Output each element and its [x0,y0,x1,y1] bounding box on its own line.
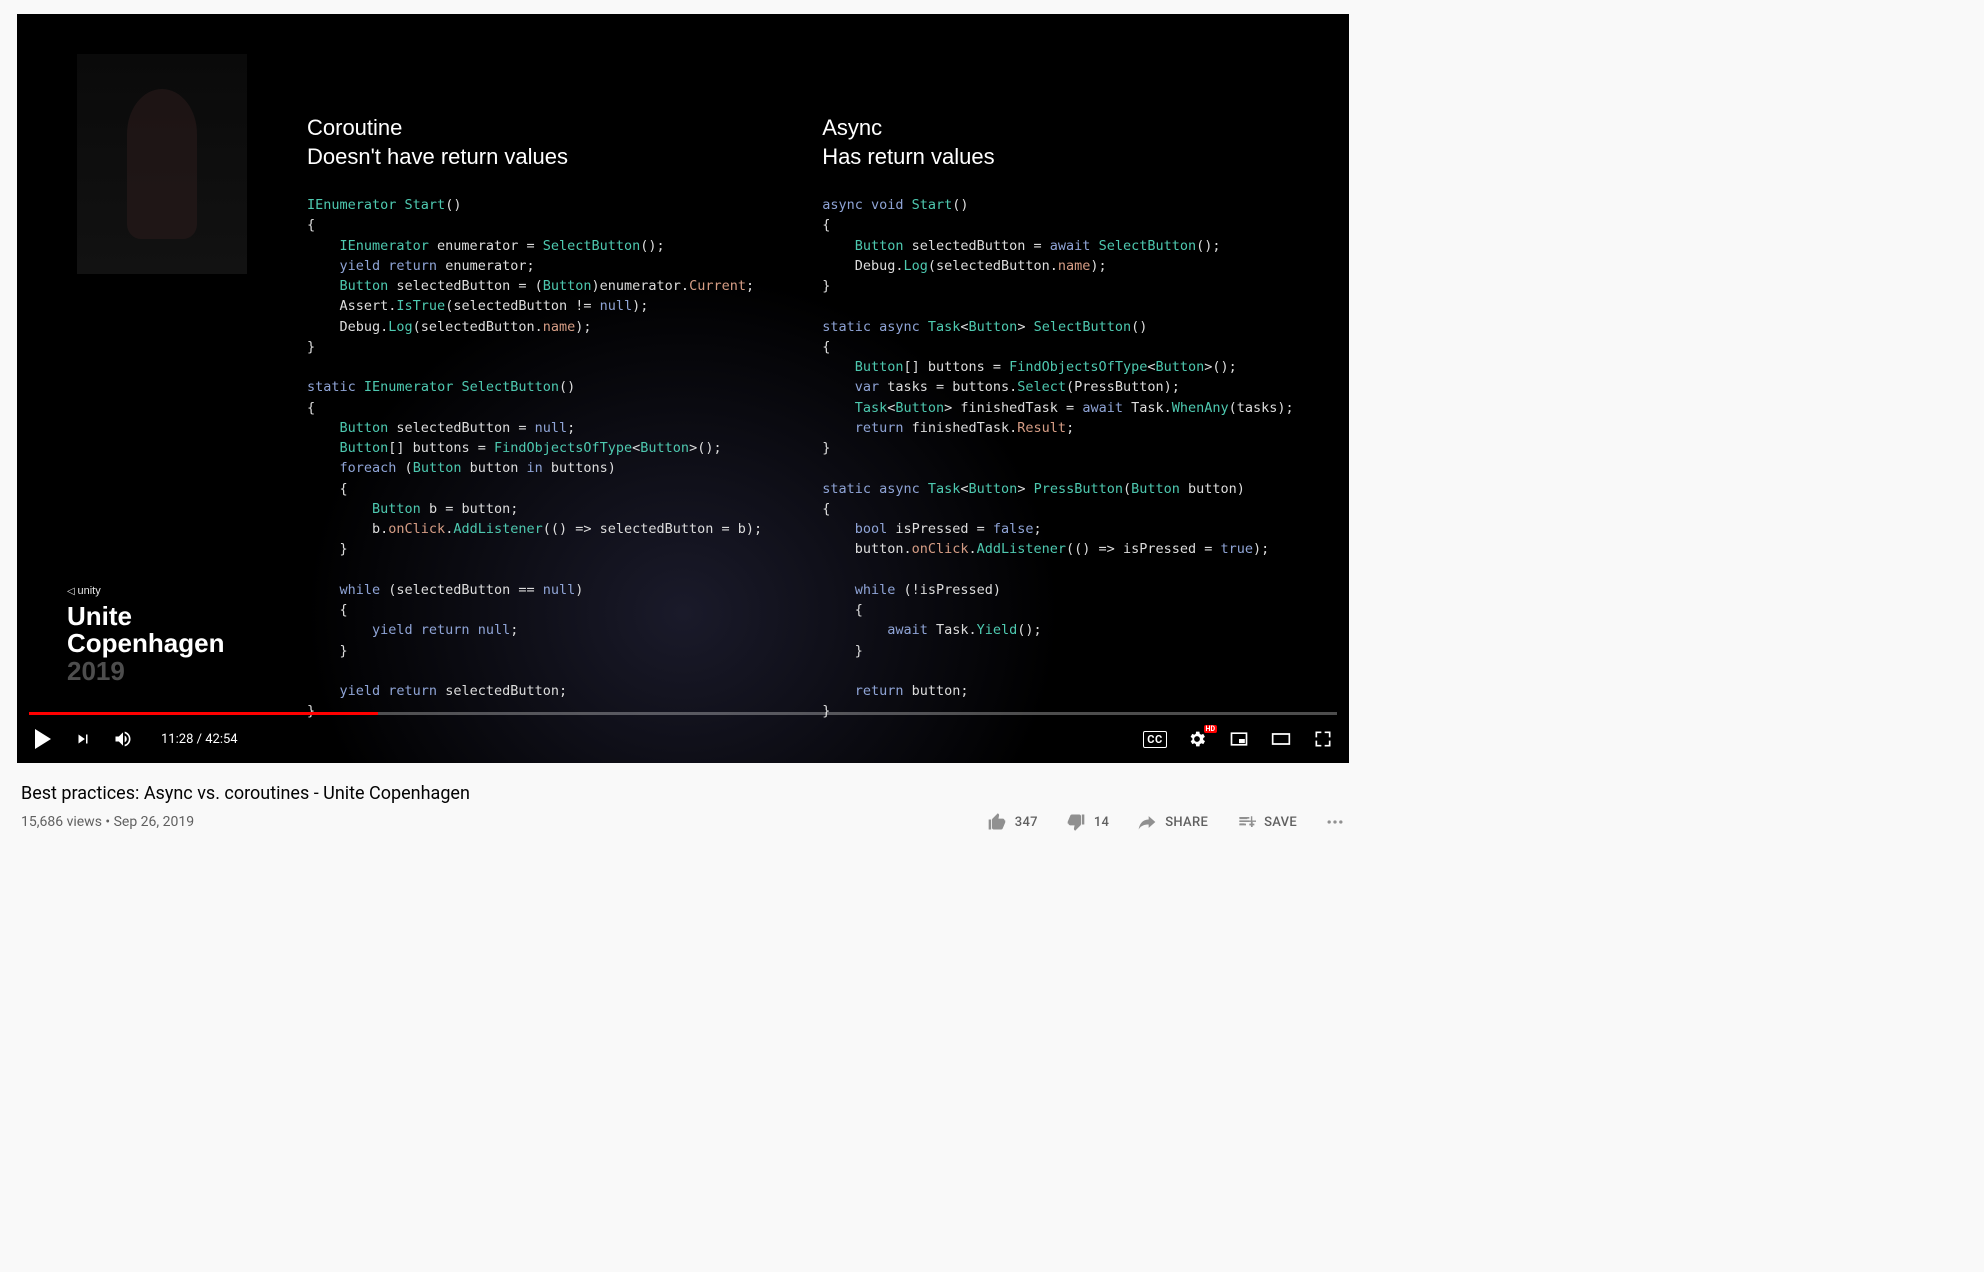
share-button[interactable]: SHARE [1137,812,1208,832]
dislike-count: 14 [1094,815,1109,830]
volume-button[interactable] [113,729,133,749]
fullscreen-icon [1313,729,1333,749]
upload-date: Sep 26, 2019 [114,814,195,830]
captions-button[interactable]: CC [1145,729,1165,749]
slide-column-coroutine: Coroutine Doesn't have return values IEn… [307,114,762,722]
time-current: 11:28 [161,732,193,747]
gear-icon [1187,729,1207,749]
more-icon [1325,812,1345,832]
unity-logo: unity [67,585,224,597]
theater-icon [1271,731,1291,747]
time-display: 11:28 / 42:54 [161,732,238,747]
player-controls: 11:28 / 42:54 CC [17,715,1349,763]
time-total: 42:54 [205,732,237,747]
thumbs-up-icon [987,812,1007,832]
miniplayer-icon [1229,730,1249,748]
video-title: Best practices: Async vs. coroutines - U… [21,783,1345,804]
captions-icon: CC [1143,731,1166,748]
thumbs-down-icon [1066,812,1086,832]
save-label: SAVE [1264,815,1297,830]
view-count: 15,686 views [21,814,102,830]
slide-right-subtitle: Has return values [822,144,994,169]
slide-left-title: Coroutine [307,115,402,140]
video-frame: Coroutine Doesn't have return values IEn… [17,14,1349,763]
code-left: IEnumerator Start() { IEnumerator enumer… [307,195,762,722]
event-line1: Unite [67,603,224,630]
settings-button[interactable] [1187,729,1207,749]
code-right: async void Start() { Button selectedButt… [822,195,1293,722]
like-count: 347 [1015,815,1038,830]
share-label: SHARE [1165,815,1208,830]
save-icon [1236,812,1256,832]
like-button[interactable]: 347 [987,812,1038,832]
event-line2: Copenhagen [67,630,224,657]
speaker-camera [77,54,247,274]
volume-icon [113,728,133,750]
event-line3: 2019 [67,658,224,685]
slide-left-subtitle: Doesn't have return values [307,144,568,169]
event-branding: unity Unite Copenhagen 2019 [67,585,224,685]
video-player[interactable]: Coroutine Doesn't have return values IEn… [17,14,1349,763]
play-icon [35,729,51,749]
theater-button[interactable] [1271,729,1291,749]
more-button[interactable] [1325,812,1345,832]
play-button[interactable] [33,729,53,749]
fullscreen-button[interactable] [1313,729,1333,749]
views-date: 15,686 views • Sep 26, 2019 [21,814,987,830]
slide-right-title: Async [822,115,882,140]
slide-content: Coroutine Doesn't have return values IEn… [307,114,1289,722]
share-icon [1137,812,1157,832]
slide-column-async: Async Has return values async void Start… [822,114,1293,722]
next-icon [74,730,92,748]
save-button[interactable]: SAVE [1236,812,1297,832]
miniplayer-button[interactable] [1229,729,1249,749]
dislike-button[interactable]: 14 [1066,812,1109,832]
video-info: Best practices: Async vs. coroutines - U… [17,783,1349,832]
next-button[interactable] [73,729,93,749]
